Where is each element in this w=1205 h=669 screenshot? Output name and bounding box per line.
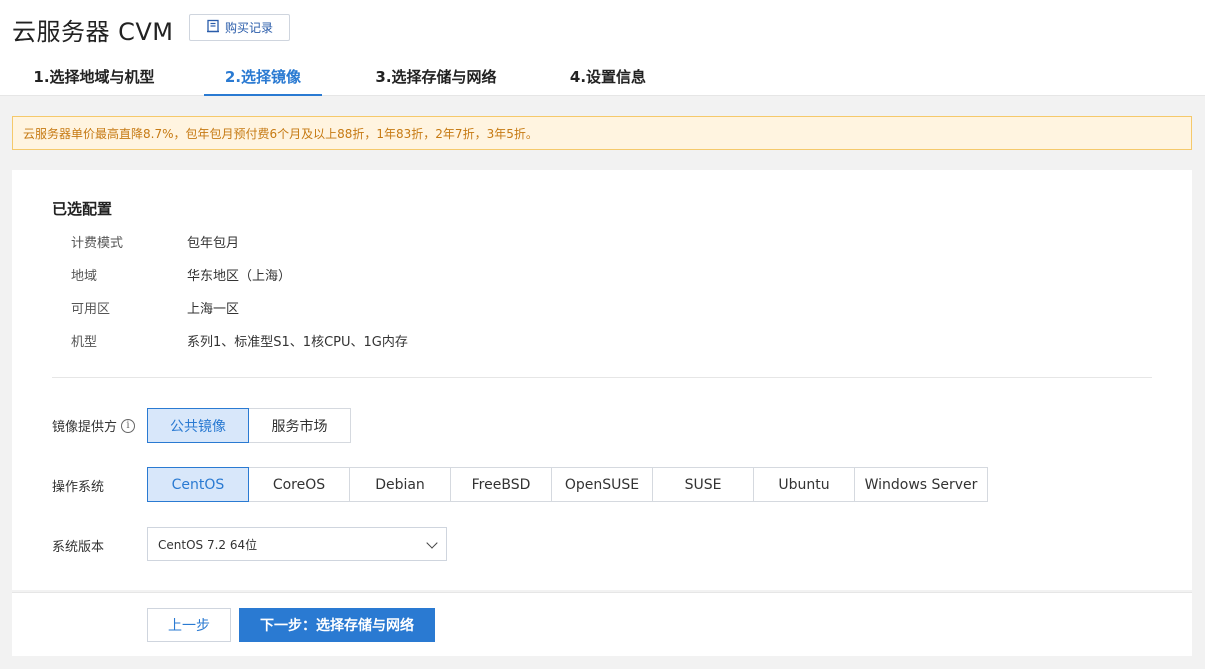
promo-notice: 云服务器单价最高直降8.7%，包年包月预付费6个月及以上88折，1年83折，2年… [12, 116, 1192, 150]
book-icon [206, 19, 220, 36]
top-bar: 云服务器 CVM 购买记录 1.选择地域与机型 2.选择镜像 3.选择存储与网络… [0, 0, 1205, 96]
image-provider-label: 镜像提供方 i [52, 416, 136, 435]
config-card: 已选配置 计费模式 包年包月 地域 华东地区（上海） 可用区 上海一区 机型 系… [12, 170, 1192, 590]
config-value-zone: 上海一区 [187, 302, 240, 317]
tab-step-2[interactable]: 2.选择镜像 [204, 60, 322, 96]
config-label-instance: 机型 [71, 335, 98, 350]
config-label-billing: 计费模式 [71, 236, 124, 251]
version-label: 系统版本 [52, 540, 105, 555]
version-select[interactable]: CentOS 7.2 64位 [147, 527, 447, 561]
config-label-zone: 可用区 [71, 302, 111, 317]
purchase-history-label: 购买记录 [224, 21, 273, 35]
tab-step-3[interactable]: 3.选择存储与网络 [360, 60, 512, 96]
page-title: 云服务器 CVM [12, 18, 174, 46]
config-label-region: 地域 [71, 269, 98, 284]
os-option-opensuse[interactable]: OpenSUSE [551, 467, 653, 502]
selected-config-title: 已选配置 [52, 200, 113, 218]
image-provider-selector: 公共镜像 服务市场 [147, 408, 351, 443]
config-value-billing: 包年包月 [187, 236, 240, 251]
step-tabs: 1.选择地域与机型 2.选择镜像 3.选择存储与网络 4.设置信息 [0, 60, 1205, 96]
option-marketplace[interactable]: 服务市场 [248, 408, 351, 443]
os-option-ubuntu[interactable]: Ubuntu [753, 467, 855, 502]
os-option-centos[interactable]: CentOS [147, 467, 249, 502]
image-provider-label-text: 镜像提供方 [52, 420, 118, 435]
tab-step-4[interactable]: 4.设置信息 [556, 60, 660, 96]
os-option-debian[interactable]: Debian [349, 467, 451, 502]
config-value-region: 华东地区（上海） [187, 269, 292, 284]
os-label: 操作系统 [52, 480, 105, 495]
chevron-down-icon [426, 537, 438, 549]
os-option-coreos[interactable]: CoreOS [248, 467, 350, 502]
version-select-value: CentOS 7.2 64位 [158, 537, 258, 552]
config-value-instance: 系列1、标准型S1、1核CPU、1G内存 [187, 335, 408, 350]
prev-step-button[interactable]: 上一步 [147, 608, 231, 642]
os-option-suse[interactable]: SUSE [652, 467, 754, 502]
divider [52, 377, 1152, 378]
purchase-history-button[interactable]: 购买记录 [189, 14, 290, 41]
tab-step-1[interactable]: 1.选择地域与机型 [20, 60, 168, 96]
footer-bar: 上一步 下一步：选择存储与网络 [12, 592, 1192, 656]
next-step-button[interactable]: 下一步：选择存储与网络 [239, 608, 435, 642]
os-option-freebsd[interactable]: FreeBSD [450, 467, 552, 502]
os-selector: CentOS CoreOS Debian FreeBSD OpenSUSE SU… [147, 467, 988, 502]
option-public-image[interactable]: 公共镜像 [147, 408, 249, 443]
os-option-windows-server[interactable]: Windows Server [854, 467, 988, 502]
info-icon[interactable]: i [121, 418, 136, 433]
